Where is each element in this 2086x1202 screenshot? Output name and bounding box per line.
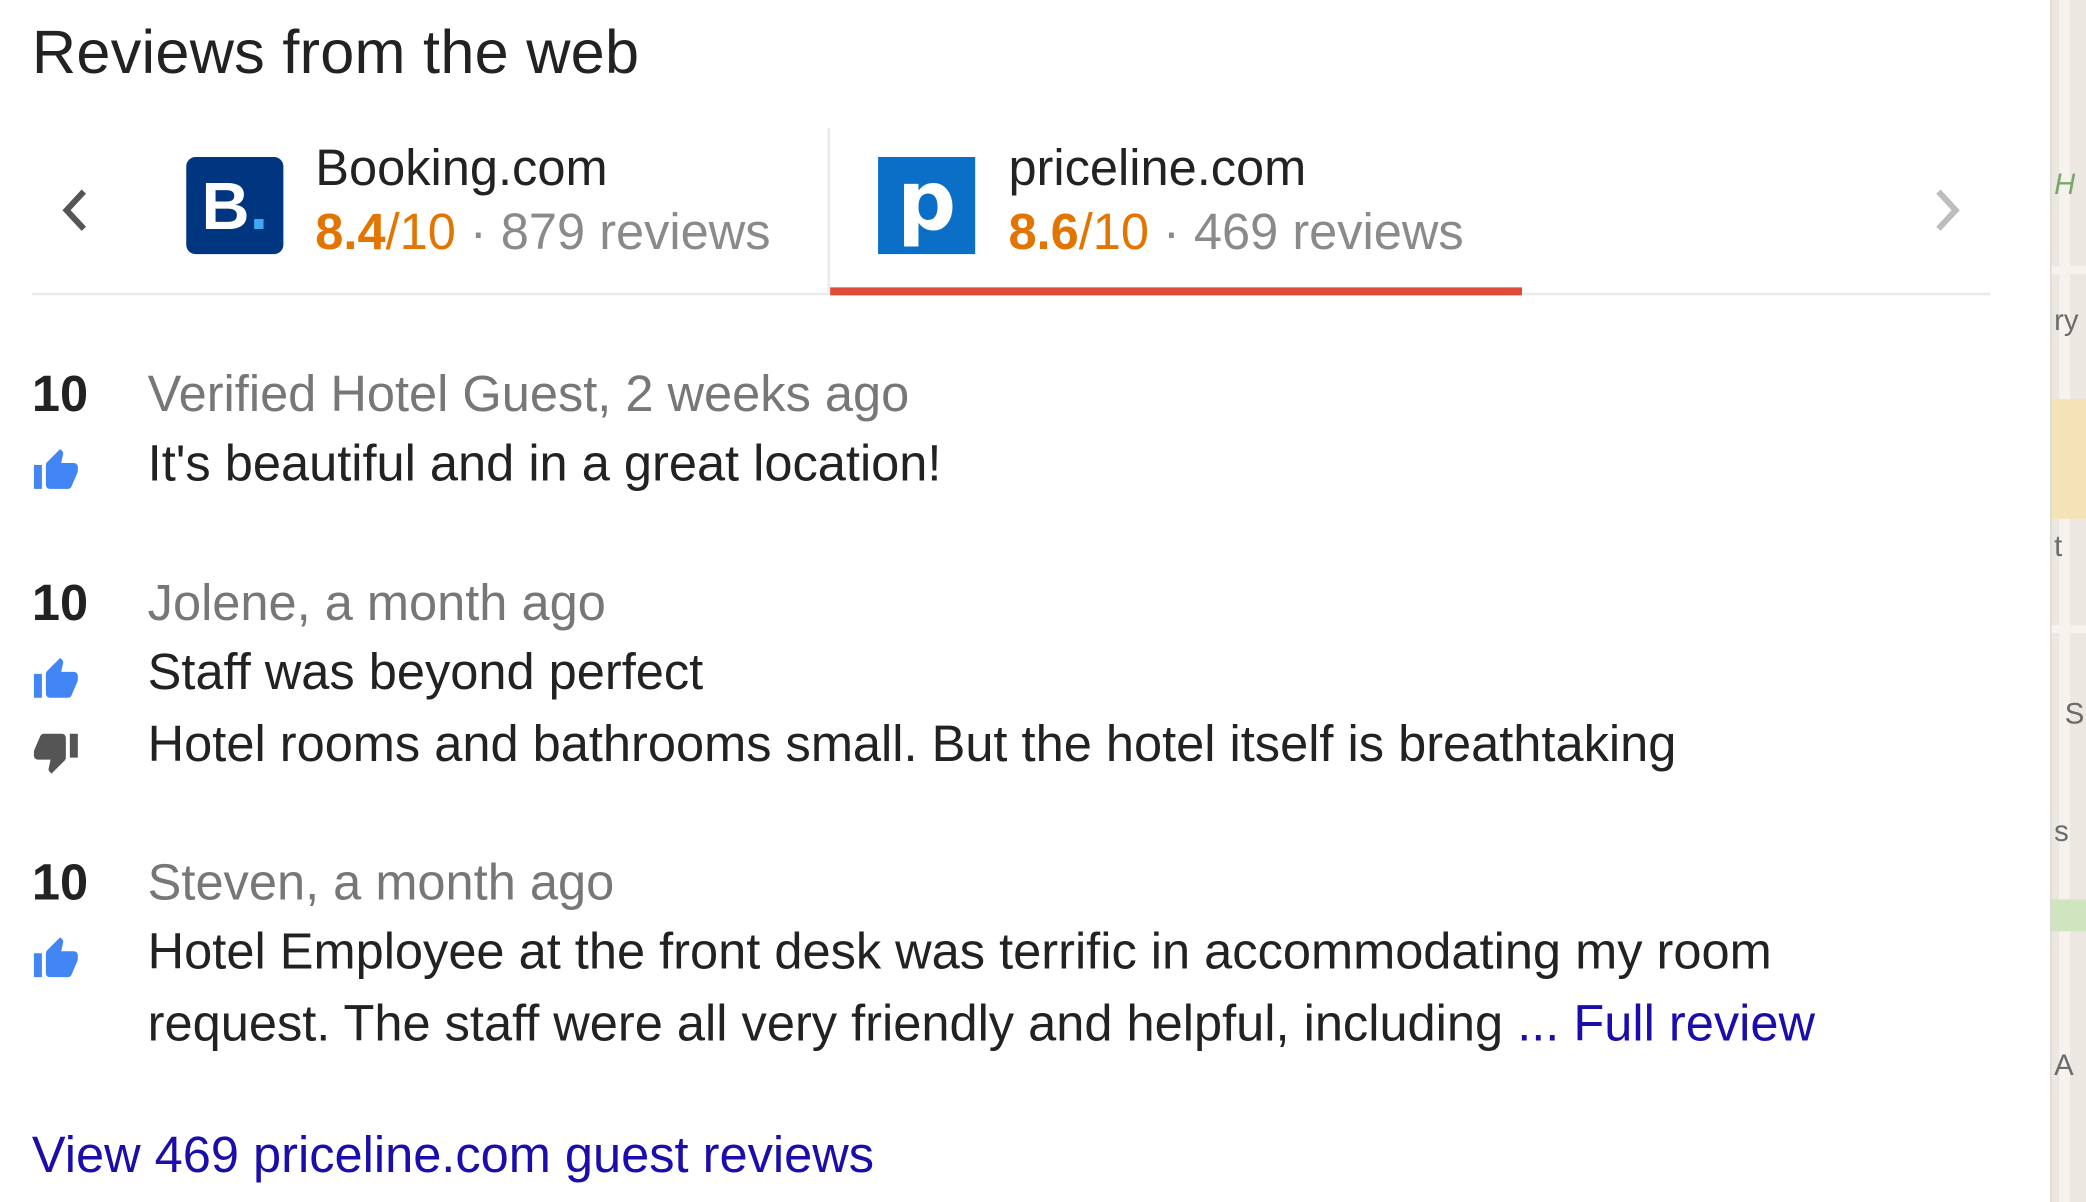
review-author-date: Verified Hotel Guest, 2 weeks ago xyxy=(147,367,910,424)
tab-booking[interactable]: B. Booking.com 8.4/10 · 879 reviews xyxy=(186,128,827,293)
map-label: s xyxy=(2054,814,2069,848)
thumbs-up-icon xyxy=(33,937,78,978)
review-score: 10 xyxy=(31,855,89,912)
source-tabs: B. Booking.com 8.4/10 · 879 reviews p pr… xyxy=(31,127,1991,296)
review-positive-text: Hotel Employee at the front desk was ter… xyxy=(147,924,1815,1053)
chevron-right-icon[interactable] xyxy=(1924,181,1972,240)
tab-source-name: priceline.com xyxy=(1008,141,1307,197)
chevron-left-icon[interactable] xyxy=(51,181,99,240)
review-score: 10 xyxy=(31,576,89,632)
map-label: S xyxy=(2064,697,2085,731)
review-negative-text: Hotel rooms and bathrooms small. But the… xyxy=(147,717,1677,773)
booking-logo-icon: B. xyxy=(186,156,284,255)
stage: Reviews from the web B. Booking.com 8.4/… xyxy=(0,0,2086,1202)
full-review-link[interactable]: ... Full review xyxy=(1517,996,1815,1052)
tab-priceline[interactable]: p priceline.com 8.6/10 · 469 reviews xyxy=(827,127,1522,296)
map-label: ry xyxy=(2054,303,2079,337)
map-preview[interactable]: H ry t S s A xyxy=(2050,0,2086,1202)
map-label: A xyxy=(2054,1048,2074,1082)
tab-rating: 8.4/10 · 879 reviews xyxy=(315,204,771,261)
thumbs-up-icon xyxy=(33,657,78,698)
priceline-logo-icon: p xyxy=(878,152,976,255)
review-score: 10 xyxy=(31,367,89,424)
view-all-reviews-link[interactable]: View 469 priceline.com guest reviews xyxy=(32,1128,874,1185)
thumbs-up-icon xyxy=(33,449,78,489)
review-author-date: Jolene, a month ago xyxy=(147,576,606,632)
section-title: Reviews from the web xyxy=(31,17,640,87)
review-author-date: Steven, a month ago xyxy=(147,855,615,912)
map-label: H xyxy=(2054,167,2076,201)
review-positive-text: Staff was beyond perfect xyxy=(147,645,704,702)
tab-source-name: Booking.com xyxy=(315,141,608,197)
review-positive-text: It's beautiful and in a great location! xyxy=(147,436,942,493)
tab-review-count: · 879 reviews xyxy=(455,204,771,261)
tab-review-count: · 469 reviews xyxy=(1149,204,1464,261)
tab-rating: 8.6/10 · 469 reviews xyxy=(1008,204,1464,261)
thumbs-down-icon xyxy=(33,733,78,774)
map-label: t xyxy=(2054,529,2063,563)
